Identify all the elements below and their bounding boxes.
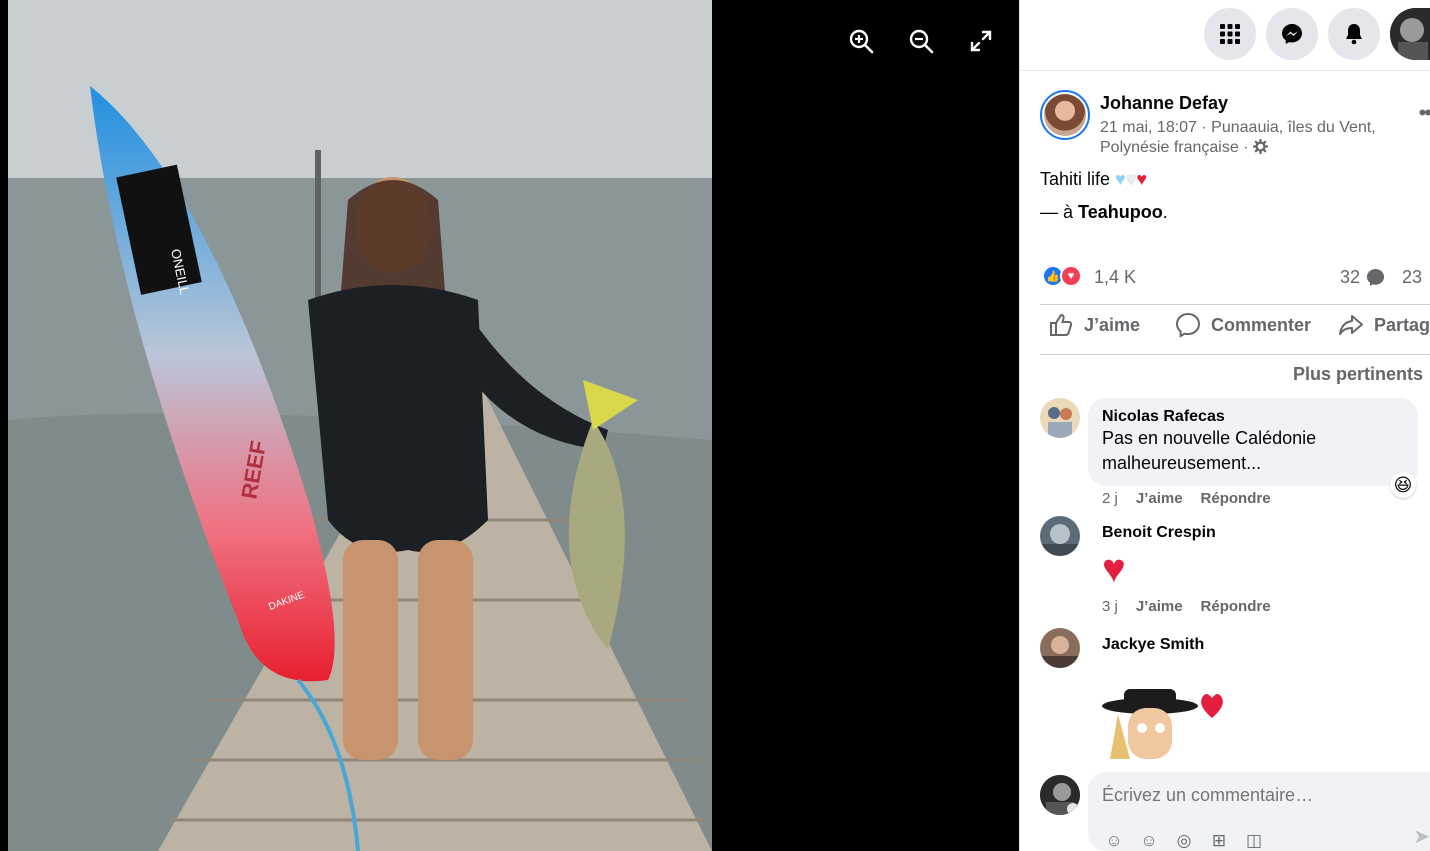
post-meta-text[interactable]: 21 mai, 18:07 · Punaauia, îles du Vent, … [1100, 119, 1376, 156]
post-text: Tahiti life [1040, 169, 1111, 189]
post-author[interactable]: Johanne Defay [1100, 93, 1400, 114]
red-heart-icon: ♥ [1136, 169, 1148, 189]
shares-count[interactable]: 23 [1402, 267, 1422, 288]
comment-icon [1175, 312, 1201, 338]
menu-grid-icon[interactable] [1204, 8, 1256, 60]
like-label: J’aime [1084, 314, 1141, 335]
post-timestamp-location: 21 mai, 18:07 · Punaauia, îles du Vent, … [1100, 118, 1400, 158]
gif-icon[interactable]: ⊞ [1209, 831, 1229, 851]
reaction-icons[interactable]: 👍 ♥ [1042, 265, 1082, 287]
comment-reply-link[interactable]: Répondre [1201, 490, 1271, 507]
composer-avatar[interactable] [1040, 775, 1080, 815]
location-prefix: — à [1040, 202, 1074, 222]
comment-actions: 2 j J’aime Répondre [1102, 490, 1418, 507]
messenger-icon[interactable] [1266, 8, 1318, 60]
comment-reply-link[interactable]: Répondre [1201, 598, 1271, 615]
account-avatar[interactable] [1390, 8, 1430, 60]
sticker-icon[interactable]: ◫ [1244, 831, 1264, 851]
comment-body: Jackye Smith [1088, 628, 1240, 759]
comment-like-link[interactable]: J’aime [1136, 598, 1183, 615]
heart-emoji-icon: ♥ [1102, 547, 1126, 591]
commenter-name[interactable]: Jackye Smith [1102, 636, 1226, 654]
composer-box: ☺ ☺ ◎ ⊞ ◫ ➤ [1088, 772, 1430, 851]
share-icon [1339, 315, 1363, 335]
white-heart-icon: ♥ [1125, 169, 1137, 189]
comment-like-link[interactable]: J’aime [1136, 490, 1183, 507]
post-meta: Johanne Defay 21 mai, 18:07 · Punaauia, … [1100, 90, 1400, 158]
thumbs-up-icon [1050, 313, 1073, 336]
actions-divider-bottom [1040, 354, 1430, 355]
love-reaction-icon: ♥ [1060, 265, 1082, 287]
top-nav [1204, 8, 1430, 60]
comment-text: Pas en nouvelle Calédonie malheureusemen… [1102, 428, 1317, 473]
zoom-in-icon[interactable] [846, 26, 876, 56]
post-actions: J’aime Commenter Partag [1040, 312, 1430, 348]
avatar-sticker-icon[interactable]: ☺ [1104, 831, 1124, 851]
like-button[interactable]: J’aime [1048, 312, 1140, 338]
share-label: Partag [1374, 314, 1430, 335]
comment-bubble: Nicolas Rafecas Pas en nouvelle Calédoni… [1088, 398, 1418, 486]
notifications-icon[interactable] [1328, 8, 1380, 60]
post-photo[interactable]: ONEILL REEF DAKINE [8, 0, 712, 851]
light-blue-heart-icon: ♥ [1115, 169, 1126, 189]
top-divider [1020, 70, 1430, 71]
commenter-avatar[interactable] [1040, 398, 1080, 438]
zoom-out-icon[interactable] [906, 26, 936, 56]
comment-body: Nicolas Rafecas Pas en nouvelle Calédoni… [1088, 398, 1418, 507]
emoji-icon[interactable]: ☺ [1139, 831, 1159, 851]
send-icon[interactable]: ➤ [1413, 824, 1430, 849]
reactions-count[interactable]: 1,4 K [1094, 267, 1136, 288]
comment-label: Commenter [1211, 314, 1312, 335]
fullscreen-icon[interactable] [966, 26, 996, 56]
sticker-image [1100, 684, 1240, 759]
post-panel: Johanne Defay 21 mai, 18:07 · Punaauia, … [1019, 0, 1430, 851]
comment-time[interactable]: 3 j [1102, 598, 1118, 615]
comment-body: Benoit Crespin ♥ 3 j J’aime Répondre [1088, 516, 1271, 615]
commenter-name[interactable]: Nicolas Rafecas [1102, 408, 1404, 426]
camera-icon[interactable]: ◎ [1174, 831, 1194, 851]
viewer-toolbar [846, 26, 996, 56]
comment-actions: 3 j J’aime Répondre [1102, 598, 1271, 615]
location-link[interactable]: Teahupoo [1078, 202, 1163, 222]
commenter-name[interactable]: Benoit Crespin [1102, 524, 1257, 542]
comment-sort-dropdown[interactable]: Plus pertinents [1293, 364, 1423, 385]
comment-composer: ☺ ☺ ◎ ⊞ ◫ ➤ [1040, 772, 1430, 851]
commenter-avatar[interactable] [1040, 628, 1080, 668]
comment-button[interactable]: Commenter [1175, 312, 1311, 338]
author-avatar[interactable] [1040, 90, 1090, 140]
share-button[interactable]: Partag [1338, 312, 1430, 338]
post-body: Tahiti life ♥♥♥ — à Teahupoo. [1040, 168, 1168, 223]
comment-input[interactable] [1102, 785, 1402, 806]
privacy-gear-icon[interactable] [1252, 138, 1269, 155]
comment-time[interactable]: 2 j [1102, 490, 1118, 507]
commenter-avatar[interactable] [1040, 516, 1080, 556]
location-suffix: . [1162, 202, 1168, 222]
laugh-reaction-icon[interactable]: 😆 [1390, 472, 1416, 498]
more-options-icon[interactable]: •• [1419, 100, 1430, 126]
comments-count-value: 32 [1340, 267, 1361, 287]
actions-divider-top [1040, 304, 1430, 305]
comments-count[interactable]: 32 [1340, 267, 1385, 288]
post-header: Johanne Defay 21 mai, 18:07 · Punaauia, … [1040, 90, 1430, 158]
photo-illustration: ONEILL REEF DAKINE [8, 0, 712, 851]
photo-viewer: ONEILL REEF DAKINE [0, 0, 1019, 851]
reactions-summary: 👍 ♥ 1,4 K 32 23 [1042, 265, 1430, 291]
composer-tools: ☺ ☺ ◎ ⊞ ◫ [1104, 831, 1264, 851]
comment-bubble-icon [1366, 268, 1385, 287]
